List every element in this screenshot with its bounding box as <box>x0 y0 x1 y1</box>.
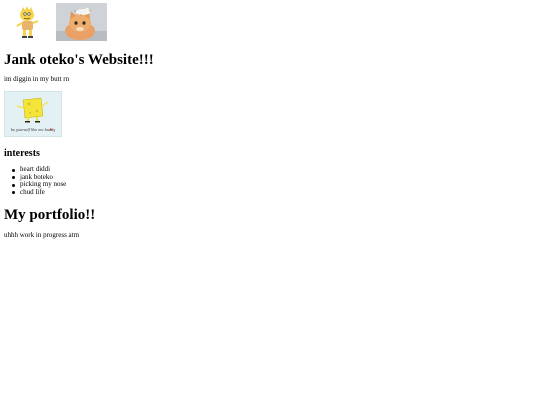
cartoon-character-image <box>15 3 41 40</box>
page-title: Jank oteko's Website!!! <box>4 52 154 68</box>
interests-heading: interests <box>4 148 40 159</box>
tagline-text: im diggin in my butt rn <box>4 75 70 83</box>
portfolio-status-text: uhhh work in progress atm <box>4 231 80 239</box>
meme-caption: be yourself like me buddy <box>11 128 55 132</box>
list-item: chud life <box>11 188 66 197</box>
interests-list: heart diddi jank boteko picking my nose … <box>11 165 66 197</box>
cat-with-bird-image <box>56 3 107 41</box>
sponge-meme-image: be yourself like me buddy ♥ <box>4 91 62 137</box>
portfolio-heading: My portfolio!! <box>4 207 96 223</box>
